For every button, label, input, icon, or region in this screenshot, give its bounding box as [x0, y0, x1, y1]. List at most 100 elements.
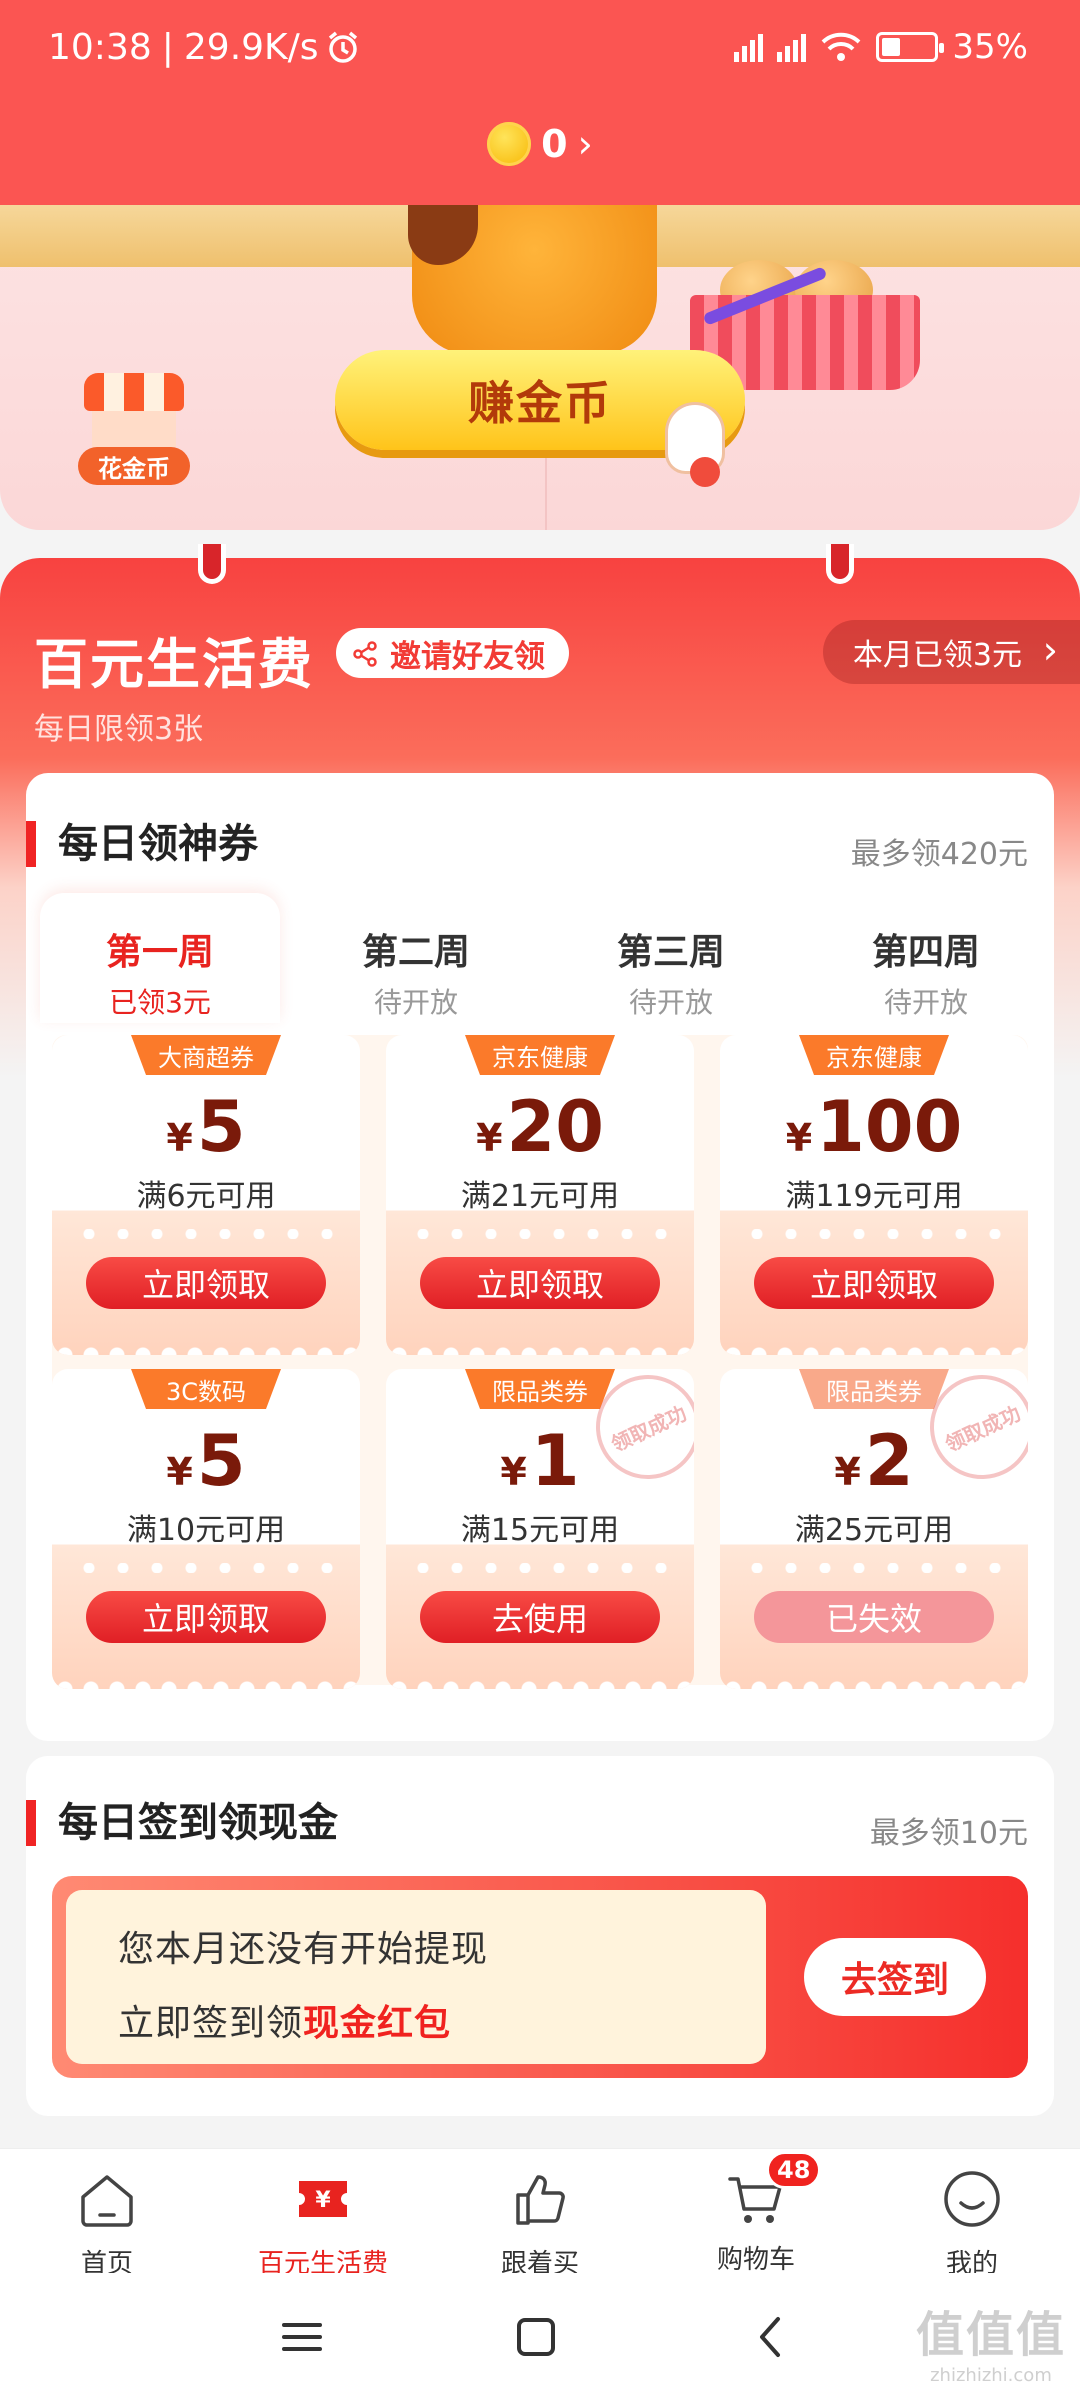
back-icon[interactable] — [742, 2307, 802, 2367]
claim-coupon-button[interactable]: 立即领取 — [754, 1257, 994, 1309]
expired-coupon-button: 已失效 — [754, 1591, 994, 1643]
tab-week-1[interactable]: 第一周 已领3元 — [40, 893, 280, 1023]
week-status: 待开放 — [373, 986, 458, 1019]
coupon-condition: 满25元可用 — [794, 1513, 954, 1548]
signin-line-2: 立即签到领现金红包 — [118, 1994, 766, 2046]
coupon-tag: 限品类券 — [799, 1369, 949, 1409]
claim-coupon-button[interactable]: 立即领取 — [86, 1591, 326, 1643]
svg-text:¥: ¥ — [315, 2188, 331, 2213]
coupon-tag: 京东健康 — [465, 1035, 615, 1075]
week-tabs: 第一周 已领3元 第二周 待开放 第三周 待开放 第四周 待开放 — [26, 893, 1054, 1023]
coupon-condition: 满6元可用 — [136, 1179, 276, 1214]
share-icon — [353, 641, 377, 667]
coupon-grid: 大商超券 ¥5 满6元可用 立即领取 京东健康 ¥20 满21元可用 立即领取 — [52, 1035, 1028, 1689]
nav-item-cart[interactable]: 48 购物车 — [666, 2151, 846, 2276]
signal-icon — [734, 32, 764, 62]
signin-line-2-text: 立即签到领 — [118, 2003, 304, 2044]
coupon-tag: 大商超券 — [131, 1035, 281, 1075]
watermark-title: 值值值 — [915, 2307, 1066, 2363]
signin-button[interactable]: 去签到 — [804, 1938, 986, 2016]
coupon-amount: ¥20 — [386, 1087, 694, 1178]
coupon-card: 京东健康 ¥20 满21元可用 立即领取 — [386, 1035, 694, 1355]
coupon-condition: 满21元可用 — [460, 1179, 620, 1214]
nav-item-living-allowance[interactable]: ¥ 百元生活费 — [233, 2169, 413, 2280]
coupon-tag: 3C数码 — [131, 1369, 281, 1409]
coupon-condition: 满10元可用 — [126, 1513, 286, 1548]
week-name: 第三周 — [616, 932, 725, 973]
battery-percent: 35% — [952, 27, 1028, 67]
wifi-icon — [822, 32, 861, 61]
invite-friends-button[interactable]: 邀请好友领 — [336, 628, 569, 678]
perforation-decoration — [740, 1563, 1008, 1573]
tab-week-4[interactable]: 第四周 待开放 — [806, 893, 1046, 1023]
invite-label: 邀请好友领 — [390, 638, 545, 675]
coupon-amount: ¥2 — [720, 1421, 1028, 1512]
nav-item-follow-buy[interactable]: 跟着买 — [450, 2169, 630, 2280]
system-nav-bar: 值值值 zhizhizhi.com — [0, 2273, 1080, 2400]
coupon-value: 5 — [196, 1086, 246, 1168]
coupon-amount: ¥1 — [386, 1421, 694, 1512]
week-name: 第四周 — [871, 932, 980, 973]
coupons-title: 每日领神券 — [26, 821, 258, 867]
pointing-hand-icon — [668, 405, 722, 487]
coupon-value: 1 — [530, 1420, 580, 1502]
spend-coins-button[interactable]: 花金币 — [78, 373, 190, 485]
scallop-edge — [386, 1345, 694, 1355]
coin-balance[interactable]: 0 › — [0, 122, 1080, 166]
currency-symbol: ¥ — [476, 1116, 503, 1160]
week-name: 第一周 — [105, 932, 214, 973]
perforation-decoration — [72, 1563, 340, 1573]
coupon-value: 2 — [864, 1420, 914, 1502]
signal-icon — [777, 32, 807, 62]
coin-banner: 赚金币 花金币 — [0, 205, 1080, 530]
spend-coins-label: 花金币 — [78, 447, 190, 485]
coupons-max-note: 最多领420元 — [850, 837, 1028, 872]
coupon-condition: 满119元可用 — [785, 1179, 963, 1214]
currency-symbol: ¥ — [166, 1116, 193, 1160]
tab-week-3[interactable]: 第三周 待开放 — [551, 893, 791, 1023]
status-bar-right: 35% — [734, 22, 1028, 72]
coupon-card: 大商超券 ¥5 满6元可用 立即领取 — [52, 1035, 360, 1355]
tab-week-2[interactable]: 第二周 待开放 — [296, 893, 536, 1023]
signin-max-note: 最多领10元 — [869, 1816, 1028, 1851]
menu-icon[interactable] — [272, 2307, 332, 2367]
status-divider: | — [161, 26, 174, 68]
perforation-decoration — [406, 1229, 674, 1239]
scallop-edge — [52, 1345, 360, 1355]
daily-coupons-panel: 每日领神券 最多领420元 第一周 已领3元 第二周 待开放 第三周 待开放 第… — [26, 773, 1054, 1741]
signin-line-1: 您本月还没有开始提现 — [118, 1929, 489, 1970]
nav-item-me[interactable]: 我的 — [882, 2169, 1062, 2280]
monthly-received-button[interactable]: 本月已领3元 — [822, 620, 1080, 684]
coin-icon — [487, 122, 532, 166]
section-title: 百元生活费 — [34, 633, 314, 696]
coupon-value: 100 — [816, 1086, 963, 1168]
perforation-decoration — [406, 1563, 674, 1573]
coupon-card: 限品类券 领取成功 ¥2 满25元可用 已失效 — [720, 1369, 1028, 1689]
status-speed: 29.9K/s — [183, 26, 319, 68]
watermark-url: zhizhizhi.com — [930, 2365, 1052, 2386]
use-coupon-button[interactable]: 去使用 — [420, 1591, 660, 1643]
week-name: 第二周 — [361, 932, 470, 973]
week-status: 已领3元 — [109, 986, 211, 1019]
coupon-card: 3C数码 ¥5 满10元可用 立即领取 — [52, 1369, 360, 1689]
coupon-card: 限品类券 领取成功 ¥1 满15元可用 去使用 — [386, 1369, 694, 1689]
cash-redpacket-highlight: 现金红包 — [303, 2003, 452, 2044]
coupon-value: 20 — [506, 1086, 604, 1168]
battery-level — [882, 38, 901, 56]
mascot-illustration — [408, 205, 657, 355]
nav-item-home[interactable]: 首页 — [17, 2169, 197, 2280]
coupon-value: 5 — [196, 1420, 246, 1502]
cart-badge: 48 — [766, 2151, 822, 2189]
ticket-icon: ¥ — [299, 2181, 347, 2217]
watermark: 值值值 zhizhizhi.com — [916, 2295, 1066, 2386]
status-time: 10:38 — [48, 26, 152, 68]
week-status: 待开放 — [883, 986, 968, 1019]
app-screen: 10:38 | 29.9K/s 35% 0 › 赚金币 花金币 百元生活费 邀请… — [0, 0, 1080, 2400]
home-button-icon[interactable] — [506, 2307, 566, 2367]
coupon-card: 京东健康 ¥100 满119元可用 立即领取 — [720, 1035, 1028, 1355]
claim-coupon-button[interactable]: 立即领取 — [86, 1257, 326, 1309]
claim-coupon-button[interactable]: 立即领取 — [420, 1257, 660, 1309]
week-status: 待开放 — [628, 986, 713, 1019]
pin-decoration — [198, 544, 226, 584]
coupon-tag: 京东健康 — [799, 1035, 949, 1075]
